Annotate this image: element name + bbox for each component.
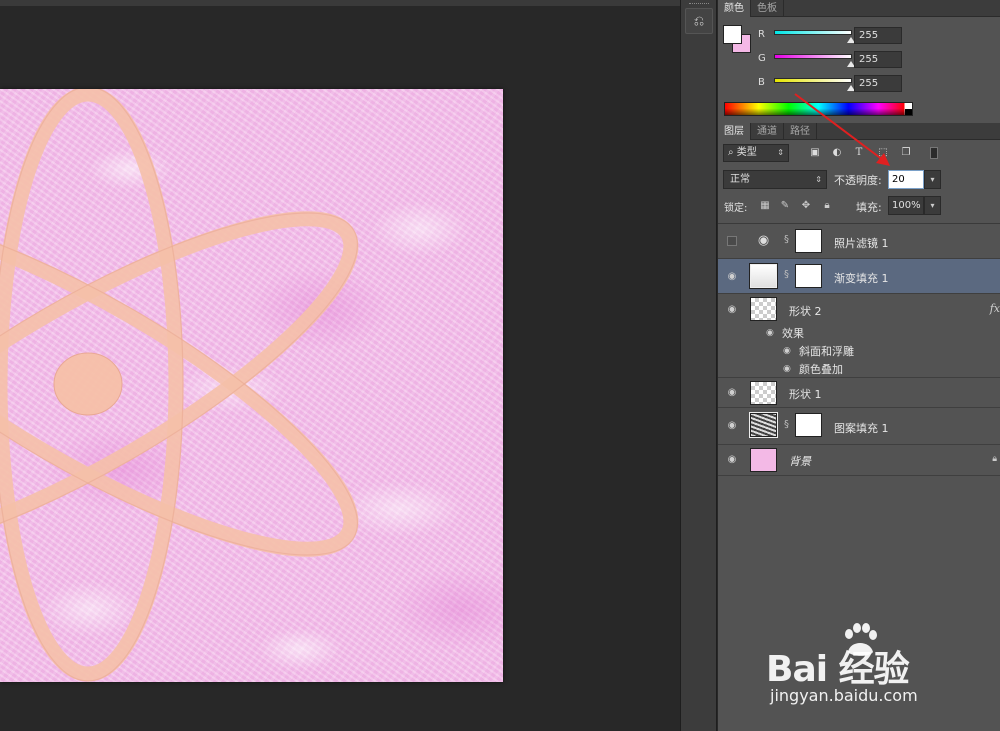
baidu-watermark: Bai 经验 jingyan.baidu.com <box>760 620 1000 720</box>
foreground-color-swatch[interactable] <box>723 25 742 44</box>
watermark-brand: Bai 经验 <box>766 649 910 690</box>
watermark-url: jingyan.baidu.com <box>770 686 918 705</box>
